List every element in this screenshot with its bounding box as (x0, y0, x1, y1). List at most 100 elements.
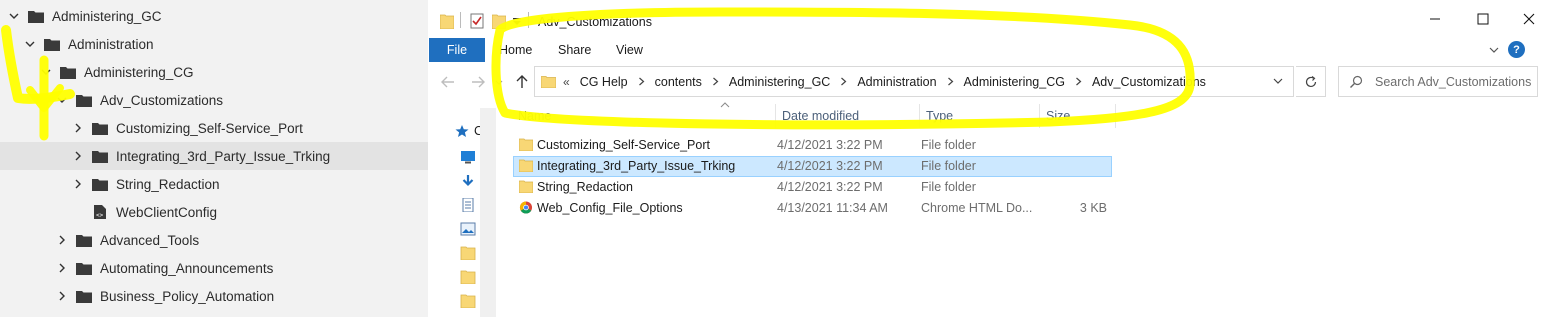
address-bar[interactable]: « CG Help contents Administering_GC Admi… (534, 66, 1294, 97)
tree-item-customizing-self-service-port[interactable]: Customizing_Self-Service_Port (0, 114, 428, 142)
column-header-size[interactable]: Size (1040, 104, 1116, 128)
tab-file[interactable]: File (429, 38, 485, 62)
star-icon[interactable] (454, 124, 470, 138)
folder-icon (519, 180, 533, 193)
chevron-down-icon[interactable] (56, 94, 68, 106)
file-row-integrating-3rd-party-issue-trking[interactable]: Integrating_3rd_Party_Issue_Trking 4/12/… (513, 156, 1112, 177)
tree-item-administering-cg[interactable]: Administering_CG (0, 58, 428, 86)
column-header-date-modified[interactable]: Date modified (776, 104, 920, 128)
breadcrumb-contents[interactable]: contents (655, 75, 702, 89)
documents-icon[interactable] (460, 198, 476, 212)
folder-icon (541, 76, 556, 88)
file-row-customizing-self-service-port[interactable]: Customizing_Self-Service_Port 4/12/2021 … (513, 135, 1112, 156)
chevron-right-icon[interactable] (840, 77, 847, 86)
folder-icon (92, 179, 108, 191)
folder-icon[interactable] (460, 246, 476, 260)
pictures-icon[interactable] (460, 222, 476, 236)
folder-icon (76, 235, 92, 247)
tree-item-automating-announcements[interactable]: Automating_Announcements (0, 254, 428, 282)
tree-item-integrating-3rd-party-issue-trking[interactable]: Integrating_3rd_Party_Issue_Trking (0, 142, 428, 170)
tree-item-adv-customizations[interactable]: Adv_Customizations (0, 86, 428, 114)
chevron-right-icon[interactable] (638, 77, 645, 86)
chevron-right-icon[interactable] (72, 150, 84, 162)
folder-icon (60, 67, 76, 79)
properties-icon[interactable] (470, 13, 484, 29)
breadcrumb-cg-help[interactable]: CG Help (580, 75, 628, 89)
recent-locations-icon[interactable] (494, 78, 504, 88)
tree-item-label: Administration (68, 36, 154, 52)
chevron-down-icon[interactable] (1273, 76, 1283, 86)
chevron-right-icon[interactable] (712, 77, 719, 86)
folder-icon[interactable] (460, 270, 476, 284)
refresh-icon (1305, 75, 1316, 87)
breadcrumb-administering-cg[interactable]: Administering_CG (964, 75, 1065, 89)
breadcrumb-administration[interactable]: Administration (857, 75, 936, 89)
back-arrow-icon[interactable] (440, 74, 456, 90)
folder-icon (92, 123, 108, 135)
file-list-scrollbar[interactable] (1548, 104, 1560, 317)
close-icon[interactable] (1522, 12, 1536, 26)
tree-item-label: Business_Policy_Automation (100, 288, 275, 304)
column-header-name[interactable]: Name (512, 104, 776, 128)
chrome-icon (519, 201, 533, 214)
file-name: Web_Config_File_Options (537, 201, 683, 215)
divider (528, 12, 529, 28)
tab-home[interactable]: Home (499, 43, 532, 57)
desktop-icon[interactable] (460, 150, 476, 164)
tree-item-label: Integrating_3rd_Party_Issue_Trking (116, 148, 331, 164)
tree-item-administration[interactable]: Administration (0, 30, 428, 58)
minimize-icon[interactable] (1428, 12, 1442, 26)
tree-item-label: Administering_CG (84, 64, 194, 80)
file-type: Chrome HTML Do... (921, 201, 1033, 215)
chevron-right-icon[interactable] (72, 178, 84, 190)
chevron-right-icon[interactable] (56, 290, 68, 302)
tree-item-advanced-tools[interactable]: Advanced_Tools (0, 226, 428, 254)
chevron-down-icon[interactable] (40, 66, 52, 78)
downloads-icon[interactable] (460, 174, 476, 188)
tree-item-label: Advanced_Tools (100, 232, 200, 248)
search-placeholder: Search Adv_Customizations (1375, 74, 1532, 89)
nav-pane-scrollbar[interactable] (480, 108, 496, 317)
tree-item-label: Administering_GC (52, 8, 162, 24)
refresh-button[interactable] (1296, 66, 1326, 97)
tree-item-label: Customizing_Self-Service_Port (116, 120, 303, 136)
breadcrumb-administering-gc[interactable]: Administering_GC (729, 75, 830, 89)
chevron-down-icon[interactable] (8, 10, 20, 22)
tab-view[interactable]: View (616, 43, 643, 57)
file-explorer-window: Adv_Customizations File Home Share View … (428, 0, 1560, 317)
overflow-chevron[interactable]: « (563, 75, 570, 89)
folder-icon[interactable] (460, 294, 476, 308)
file-row-string-redaction[interactable]: String_Redaction 4/12/2021 3:22 PM File … (513, 177, 1112, 198)
window-title: Adv_Customizations (538, 15, 652, 29)
forward-arrow-icon[interactable] (470, 74, 486, 90)
chevron-right-icon[interactable] (56, 234, 68, 246)
help-icon[interactable]: ? (1508, 41, 1525, 58)
column-header-type[interactable]: Type (920, 104, 1040, 128)
chevron-right-icon[interactable] (72, 122, 84, 134)
tree-item-administering-gc[interactable]: Administering_GC (0, 2, 428, 30)
chevron-right-icon[interactable] (56, 262, 68, 274)
maximize-icon[interactable] (1476, 12, 1490, 26)
file-row-web-config-file-options[interactable]: Web_Config_File_Options 4/13/2021 11:34 … (513, 198, 1112, 219)
up-arrow-icon[interactable] (514, 74, 530, 90)
quick-access-pane: C (452, 120, 483, 317)
folder-icon (44, 39, 60, 51)
tree-item-string-redaction[interactable]: String_Redaction (0, 170, 428, 198)
folder-icon (76, 263, 92, 275)
chevron-right-icon[interactable] (947, 77, 954, 86)
file-name: Customizing_Self-Service_Port (537, 138, 710, 152)
breadcrumb-adv-customizations[interactable]: Adv_Customizations (1092, 75, 1206, 89)
file-date: 4/12/2021 3:22 PM (777, 138, 883, 152)
chevron-down-icon[interactable] (24, 38, 36, 50)
customize-toolbar-icon[interactable] (512, 17, 522, 27)
tree-item-business-policy-automation[interactable]: Business_Policy_Automation (0, 282, 428, 310)
chevron-right-icon[interactable] (1075, 77, 1082, 86)
tab-share[interactable]: Share (558, 43, 591, 57)
chevron-down-icon[interactable] (1488, 44, 1500, 56)
tree-item-webclientconfig[interactable]: <> WebClientConfig (0, 198, 428, 226)
search-input[interactable]: Search Adv_Customizations (1338, 66, 1538, 97)
tree-item-label: WebClientConfig (116, 204, 218, 220)
folder-icon (519, 138, 533, 151)
search-icon (1350, 75, 1363, 88)
new-folder-icon[interactable] (492, 13, 506, 29)
